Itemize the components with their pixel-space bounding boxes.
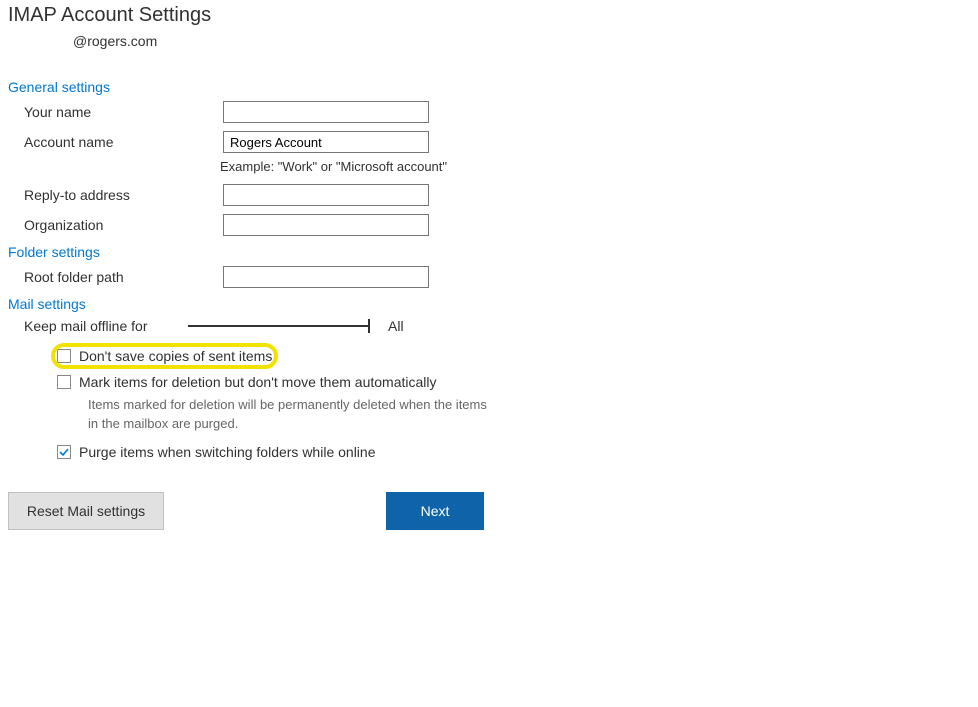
account-name-input[interactable] bbox=[223, 131, 429, 153]
section-mail-title: Mail settings bbox=[8, 296, 970, 312]
slider-thumb-icon[interactable] bbox=[368, 319, 370, 333]
purge-checkbox[interactable] bbox=[57, 445, 71, 459]
reply-to-label: Reply-to address bbox=[8, 187, 223, 203]
keep-offline-value: All bbox=[388, 318, 404, 334]
mark-delete-label[interactable]: Mark items for deletion but don't move t… bbox=[79, 374, 437, 390]
root-folder-input[interactable] bbox=[223, 266, 429, 288]
reset-mail-settings-button[interactable]: Reset Mail settings bbox=[8, 492, 164, 530]
your-name-label: Your name bbox=[8, 104, 223, 120]
mark-delete-checkbox[interactable] bbox=[57, 375, 71, 389]
section-folder-title: Folder settings bbox=[8, 244, 970, 260]
keep-offline-label: Keep mail offline for bbox=[8, 318, 188, 334]
organization-label: Organization bbox=[8, 217, 223, 233]
dont-save-sent-checkbox[interactable] bbox=[57, 349, 71, 363]
account-name-example: Example: "Work" or "Microsoft account" bbox=[220, 159, 970, 174]
dont-save-sent-label[interactable]: Don't save copies of sent items bbox=[79, 348, 272, 364]
section-general-title: General settings bbox=[8, 79, 970, 95]
next-button[interactable]: Next bbox=[386, 492, 484, 530]
account-name-label: Account name bbox=[8, 134, 223, 150]
mark-delete-help: Items marked for deletion will be perman… bbox=[88, 396, 488, 434]
account-email: @rogers.com bbox=[73, 33, 970, 49]
reply-to-input[interactable] bbox=[223, 184, 429, 206]
page-title: IMAP Account Settings bbox=[8, 4, 970, 27]
your-name-input[interactable] bbox=[223, 101, 429, 123]
purge-label[interactable]: Purge items when switching folders while… bbox=[79, 444, 375, 460]
root-folder-label: Root folder path bbox=[8, 269, 223, 285]
keep-offline-slider[interactable] bbox=[188, 325, 370, 327]
organization-input[interactable] bbox=[223, 214, 429, 236]
